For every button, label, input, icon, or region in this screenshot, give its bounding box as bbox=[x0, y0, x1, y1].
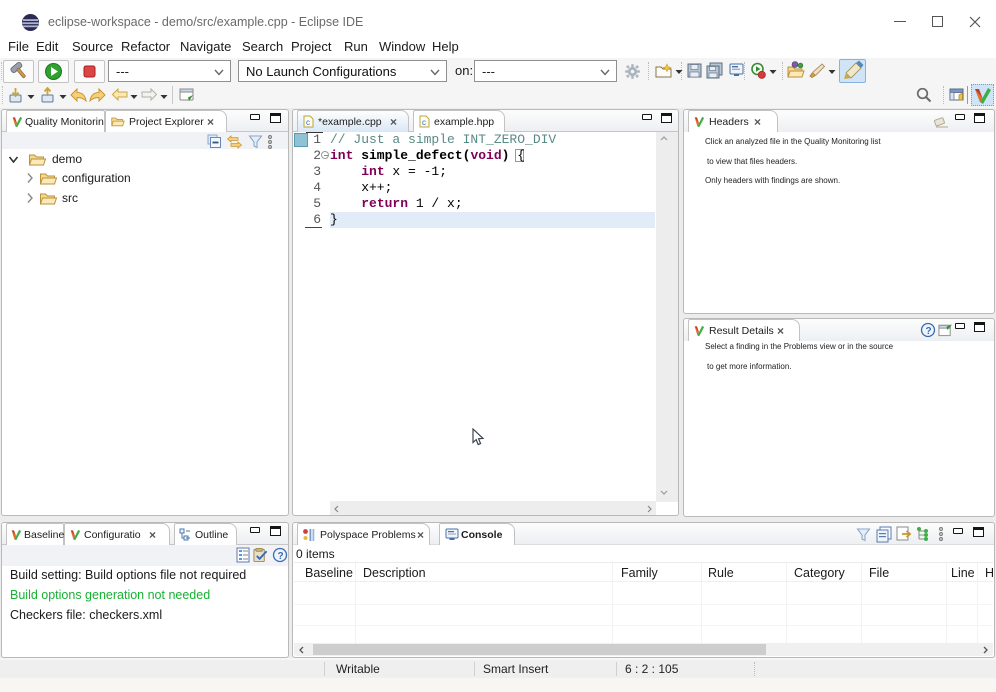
svg-text:?: ? bbox=[926, 326, 932, 337]
svg-text:c: c bbox=[422, 118, 426, 127]
svg-text:c: c bbox=[306, 118, 310, 127]
svg-text:?: ? bbox=[278, 551, 284, 562]
